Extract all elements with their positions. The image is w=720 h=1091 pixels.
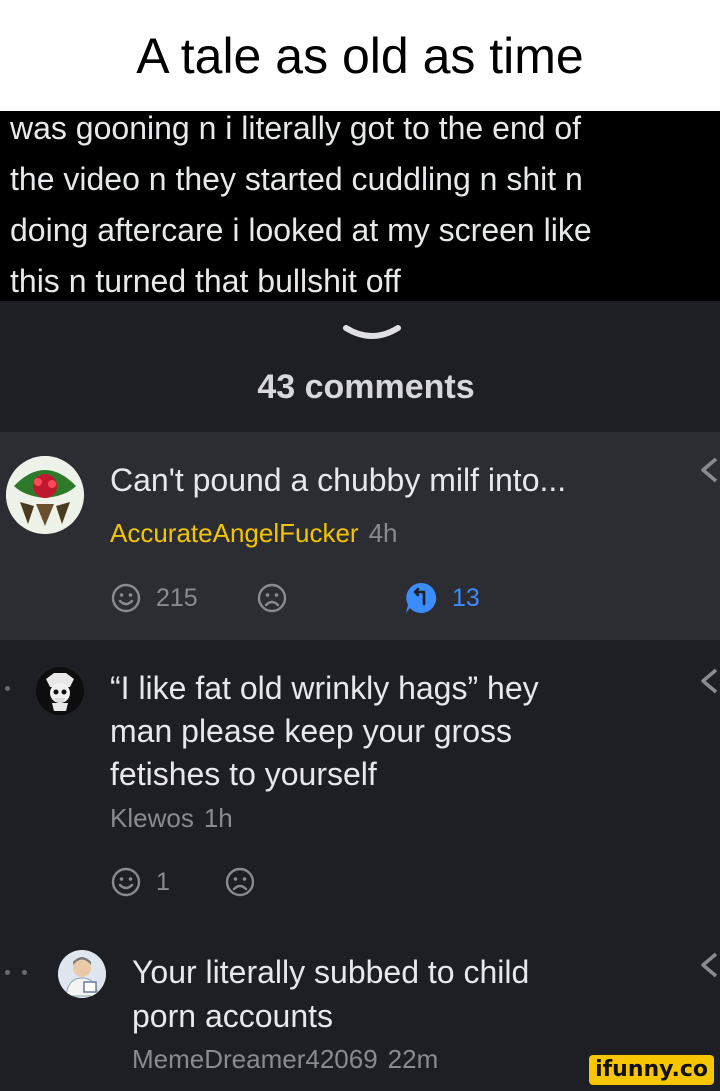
share-icon[interactable] (700, 666, 718, 696)
avatar[interactable] (58, 950, 106, 998)
avatar[interactable] (36, 667, 84, 715)
like-count: 215 (156, 583, 198, 612)
comment-time: 22m (387, 1044, 439, 1074)
thread-dot (22, 970, 27, 975)
meme-title: A tale as old as time (0, 0, 720, 111)
comment-text: man please keep your gross (110, 713, 512, 749)
avatar[interactable] (6, 456, 84, 534)
tweet-line: the video n they started cuddling n shit… (10, 161, 583, 197)
dislike-button[interactable] (256, 582, 288, 614)
reply-count: 13 (452, 583, 480, 612)
share-icon[interactable] (700, 455, 718, 485)
skull-avatar-icon (36, 667, 84, 715)
comment-meta: Klewos 1h (110, 803, 233, 834)
comment-username[interactable]: Klewos (110, 803, 194, 833)
smile-icon (111, 867, 141, 897)
comments-count: 43 comments (257, 368, 475, 406)
ifunny-watermark: ifunny.co (589, 1055, 714, 1085)
comment-text: “I like fat old wrinkly hags” hey (110, 670, 539, 706)
comment-text: porn accounts (132, 998, 334, 1034)
tweet-line: doing aftercare i looked at my screen li… (10, 212, 592, 248)
thread-dot (5, 686, 10, 691)
replies-button[interactable]: 13 (404, 581, 480, 615)
comment-time: 4h (368, 518, 398, 548)
frown-icon (257, 583, 287, 613)
tweet-line: this n turned that bullshit off (10, 263, 401, 299)
like-button[interactable]: 1 (110, 866, 170, 898)
comment-meta: MemeDreamer42069 22m (132, 1044, 438, 1075)
share-icon[interactable] (700, 950, 718, 980)
like-button[interactable]: 215 (110, 582, 198, 614)
chevron-down-icon[interactable] (342, 322, 402, 346)
comment-username[interactable]: AccurateAngelFucker (110, 518, 359, 548)
smile-icon (111, 583, 141, 613)
comment-text: Can't pound a chubby milf into... (110, 462, 567, 498)
thread-dot (5, 970, 10, 975)
frown-icon (225, 867, 255, 897)
man-avatar-icon (58, 950, 106, 998)
tweet-text-block: was gooning n i literally got to the end… (0, 110, 720, 301)
creature-avatar-icon (6, 456, 84, 534)
comment-text: fetishes to yourself (110, 756, 377, 792)
tweet-line: was gooning n i literally got to the end… (10, 110, 582, 146)
comment-time: 1h (203, 803, 233, 833)
comment-meta: AccurateAngelFucker 4h (110, 518, 397, 549)
reply-bubble-icon (406, 582, 437, 613)
comment-username[interactable]: MemeDreamer42069 (132, 1044, 378, 1074)
like-count: 1 (156, 867, 170, 896)
comment-text: Your literally subbed to child (132, 954, 530, 990)
dislike-button[interactable] (224, 866, 256, 898)
